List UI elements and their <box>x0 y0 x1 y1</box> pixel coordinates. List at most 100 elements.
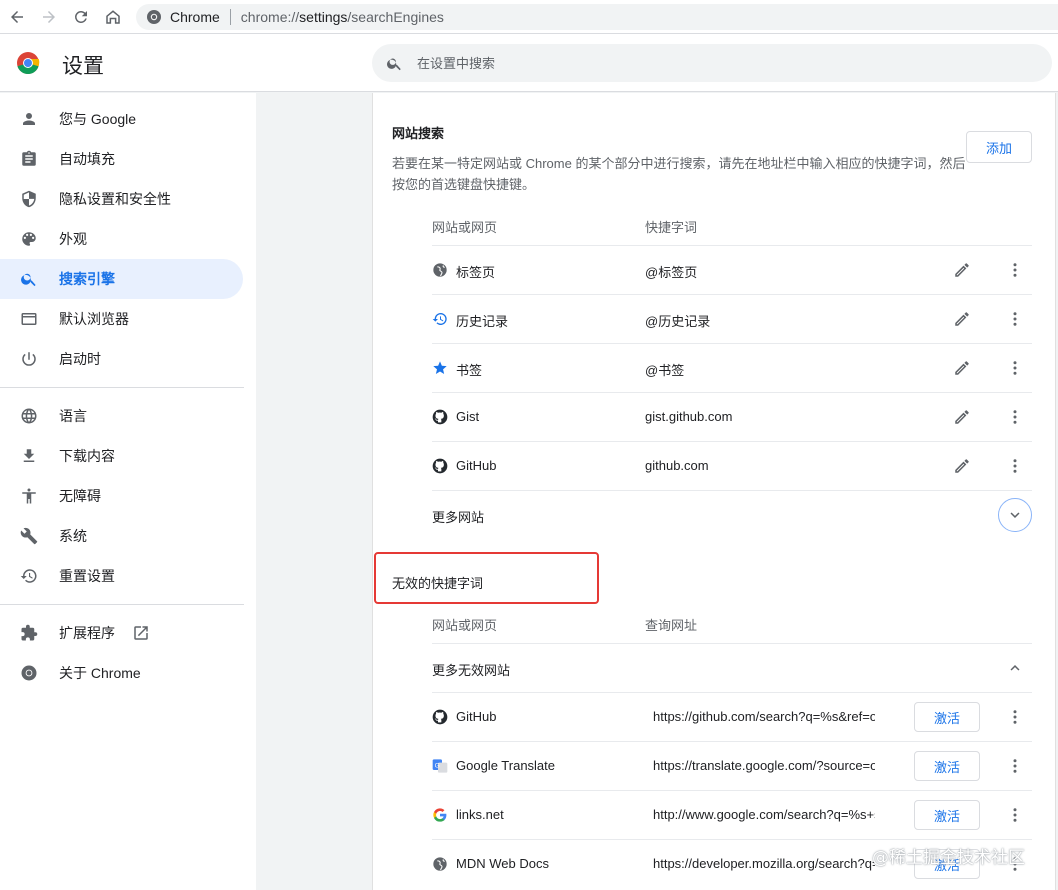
sidebar-item-on-startup[interactable]: 启动时 <box>0 339 243 379</box>
row-query-url: https://translate.google.com/?source=osd… <box>653 758 875 773</box>
sidebar-item-system[interactable]: 系统 <box>0 516 243 556</box>
sidebar-item-languages[interactable]: 语言 <box>0 396 243 436</box>
column-header-keyword: 快捷字词 <box>645 220 698 235</box>
search-input[interactable] <box>417 55 1017 71</box>
back-button[interactable] <box>1 1 33 33</box>
shield-icon <box>20 190 38 208</box>
sidebar-item-reset[interactable]: 重置设置 <box>0 556 243 596</box>
add-button[interactable]: 添加 <box>966 131 1032 163</box>
table-row: Gist gist.github.com <box>432 392 1032 441</box>
svg-text:G: G <box>435 762 440 769</box>
wrench-icon <box>20 527 38 545</box>
site-name: Chrome <box>170 9 220 25</box>
github-icon <box>432 458 448 474</box>
forward-button[interactable] <box>33 1 65 33</box>
row-keyword: @标签页 <box>645 265 698 280</box>
chrome-site-icon <box>147 10 161 24</box>
more-inactive-row[interactable]: 更多无效网站 <box>432 643 1032 692</box>
row-keyword: gist.github.com <box>645 409 733 424</box>
sidebar-item-accessibility[interactable]: 无障碍 <box>0 476 243 516</box>
sidebar-divider <box>0 387 244 388</box>
more-vert-icon[interactable] <box>1006 757 1024 775</box>
globe-icon <box>20 407 38 425</box>
reload-icon <box>75 11 87 23</box>
sidebar-item-search-engine[interactable]: 搜索引擎 <box>0 259 243 299</box>
chevron-down-icon <box>1010 512 1020 518</box>
more-vert-icon[interactable] <box>1006 708 1024 726</box>
row-site-name: links.net <box>456 807 504 822</box>
inactive-shortcuts-title: 无效的快捷字词 <box>392 576 484 591</box>
settings-search[interactable] <box>372 44 1052 82</box>
address-separator <box>229 9 231 25</box>
github-icon <box>432 409 448 425</box>
row-keyword: @历史记录 <box>645 314 711 329</box>
sidebar: 您与 Google 自动填充 隐私设置和安全性 外观 搜索引擎 默认浏览器 启动… <box>0 93 256 890</box>
more-inactive-label: 更多无效网站 <box>432 663 511 678</box>
edit-pencil-icon[interactable] <box>953 457 971 475</box>
more-vert-icon[interactable] <box>1006 806 1024 824</box>
column-header-site: 网站或网页 <box>432 220 498 235</box>
row-site-name: Gist <box>456 409 480 424</box>
activate-button[interactable]: 激活 <box>914 751 980 781</box>
open-in-new-icon <box>134 626 148 640</box>
sidebar-item-default-browser[interactable]: 默认浏览器 <box>0 299 243 339</box>
chevron-up-icon[interactable] <box>1006 659 1024 677</box>
more-vert-icon[interactable] <box>1006 261 1024 279</box>
more-vert-icon[interactable] <box>1006 359 1024 377</box>
sidebar-item-label: 隐私设置和安全性 <box>59 191 171 207</box>
row-site-name: 书签 <box>456 363 483 378</box>
sidebar-item-downloads[interactable]: 下载内容 <box>0 436 243 476</box>
edit-pencil-icon[interactable] <box>953 359 971 377</box>
sidebar-item-label: 外观 <box>59 231 87 247</box>
expand-button[interactable] <box>998 498 1032 532</box>
sidebar-item-label: 下载内容 <box>59 448 115 464</box>
more-vert-icon[interactable] <box>1006 457 1024 475</box>
chrome-logo-icon <box>17 52 40 74</box>
table-row: GitHub github.com <box>432 441 1032 490</box>
activate-button[interactable]: 激活 <box>914 800 980 830</box>
sidebar-item-extensions[interactable]: 扩展程序 <box>0 613 243 653</box>
sidebar-item-label: 语言 <box>59 408 87 424</box>
google-icon <box>433 808 447 822</box>
column-header-query-url: 查询网址 <box>645 618 698 633</box>
sidebar-item-autofill[interactable]: 自动填充 <box>0 139 243 179</box>
sidebar-item-label: 默认浏览器 <box>59 311 129 327</box>
home-button[interactable] <box>97 1 129 33</box>
search-icon <box>20 270 38 288</box>
edit-pencil-icon[interactable] <box>953 310 971 328</box>
activate-button[interactable]: 激活 <box>914 702 980 732</box>
history-icon <box>432 312 447 325</box>
more-sites-row[interactable]: 更多网站 <box>432 490 1032 539</box>
row-query-url: https://developer.mozilla.org/search?q=%… <box>653 856 875 871</box>
globe-icon <box>433 263 447 277</box>
edit-pencil-icon[interactable] <box>953 408 971 426</box>
more-sites-label: 更多网站 <box>432 510 485 525</box>
sidebar-item-label: 自动填充 <box>59 151 115 167</box>
back-arrow-icon <box>11 11 23 23</box>
url-path: /searchEngines <box>347 9 444 25</box>
accessibility-icon <box>20 487 38 505</box>
restore-icon <box>20 567 38 585</box>
sidebar-item-privacy[interactable]: 隐私设置和安全性 <box>0 179 243 219</box>
reload-button[interactable] <box>65 1 97 33</box>
sidebar-item-label: 您与 Google <box>59 111 137 127</box>
more-vert-icon[interactable] <box>1006 310 1024 328</box>
sidebar-item-label: 系统 <box>59 528 87 544</box>
download-icon <box>20 447 38 465</box>
edit-pencil-icon[interactable] <box>953 261 971 279</box>
browser-toolbar: Chrome chrome://settings/searchEngines <box>0 0 1058 34</box>
browser-icon <box>20 310 38 328</box>
address-bar[interactable]: Chrome chrome://settings/searchEngines <box>136 4 1058 30</box>
sidebar-item-appearance[interactable]: 外观 <box>0 219 243 259</box>
sidebar-item-label: 重置设置 <box>59 568 115 584</box>
sidebar-item-you-and-google[interactable]: 您与 Google <box>0 99 243 139</box>
search-engines-card: 网站搜索 若要在某一特定网站或 Chrome 的某个部分中进行搜索，请先在地址栏… <box>372 93 1056 890</box>
sidebar-item-about-chrome[interactable]: 关于 Chrome <box>0 653 243 693</box>
power-icon <box>20 350 38 368</box>
more-vert-icon[interactable] <box>1006 408 1024 426</box>
forward-arrow-icon <box>43 11 55 23</box>
row-site-name: 标签页 <box>456 265 496 280</box>
settings-header: 设置 <box>0 34 1058 92</box>
sidebar-item-label: 扩展程序 <box>59 625 115 641</box>
row-keyword: @书签 <box>645 363 685 378</box>
